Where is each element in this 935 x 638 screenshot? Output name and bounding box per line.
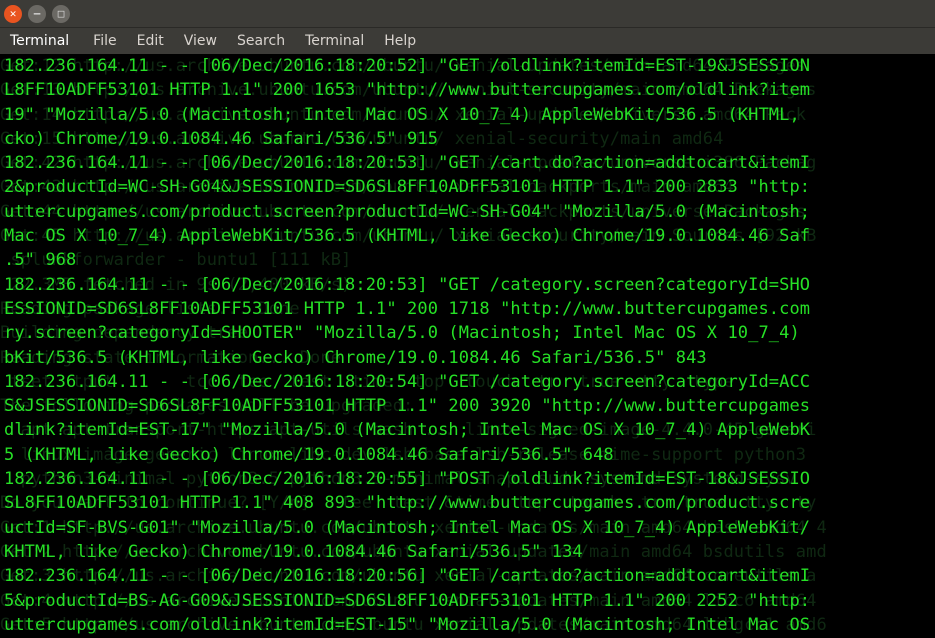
window-title: Terminal (6, 28, 83, 54)
maximize-icon[interactable]: □ (52, 5, 70, 23)
window-titlebar: ✕ — □ (0, 0, 935, 28)
menu-view[interactable]: View (174, 28, 227, 54)
terminal-viewport[interactable]: Get:12 http://us.archive.ubuntu.com/ubun… (0, 54, 935, 638)
menu-help[interactable]: Help (374, 28, 426, 54)
menu-terminal[interactable]: Terminal (295, 28, 374, 54)
menu-edit[interactable]: Edit (127, 28, 174, 54)
terminal-output: 182.236.164.11 - - [06/Dec/2016:18:20:52… (4, 54, 931, 638)
menu-search[interactable]: Search (227, 28, 295, 54)
menubar: Terminal File Edit View Search Terminal … (0, 28, 935, 54)
minimize-icon[interactable]: — (28, 5, 46, 23)
menu-file[interactable]: File (83, 28, 126, 54)
close-icon[interactable]: ✕ (4, 5, 22, 23)
